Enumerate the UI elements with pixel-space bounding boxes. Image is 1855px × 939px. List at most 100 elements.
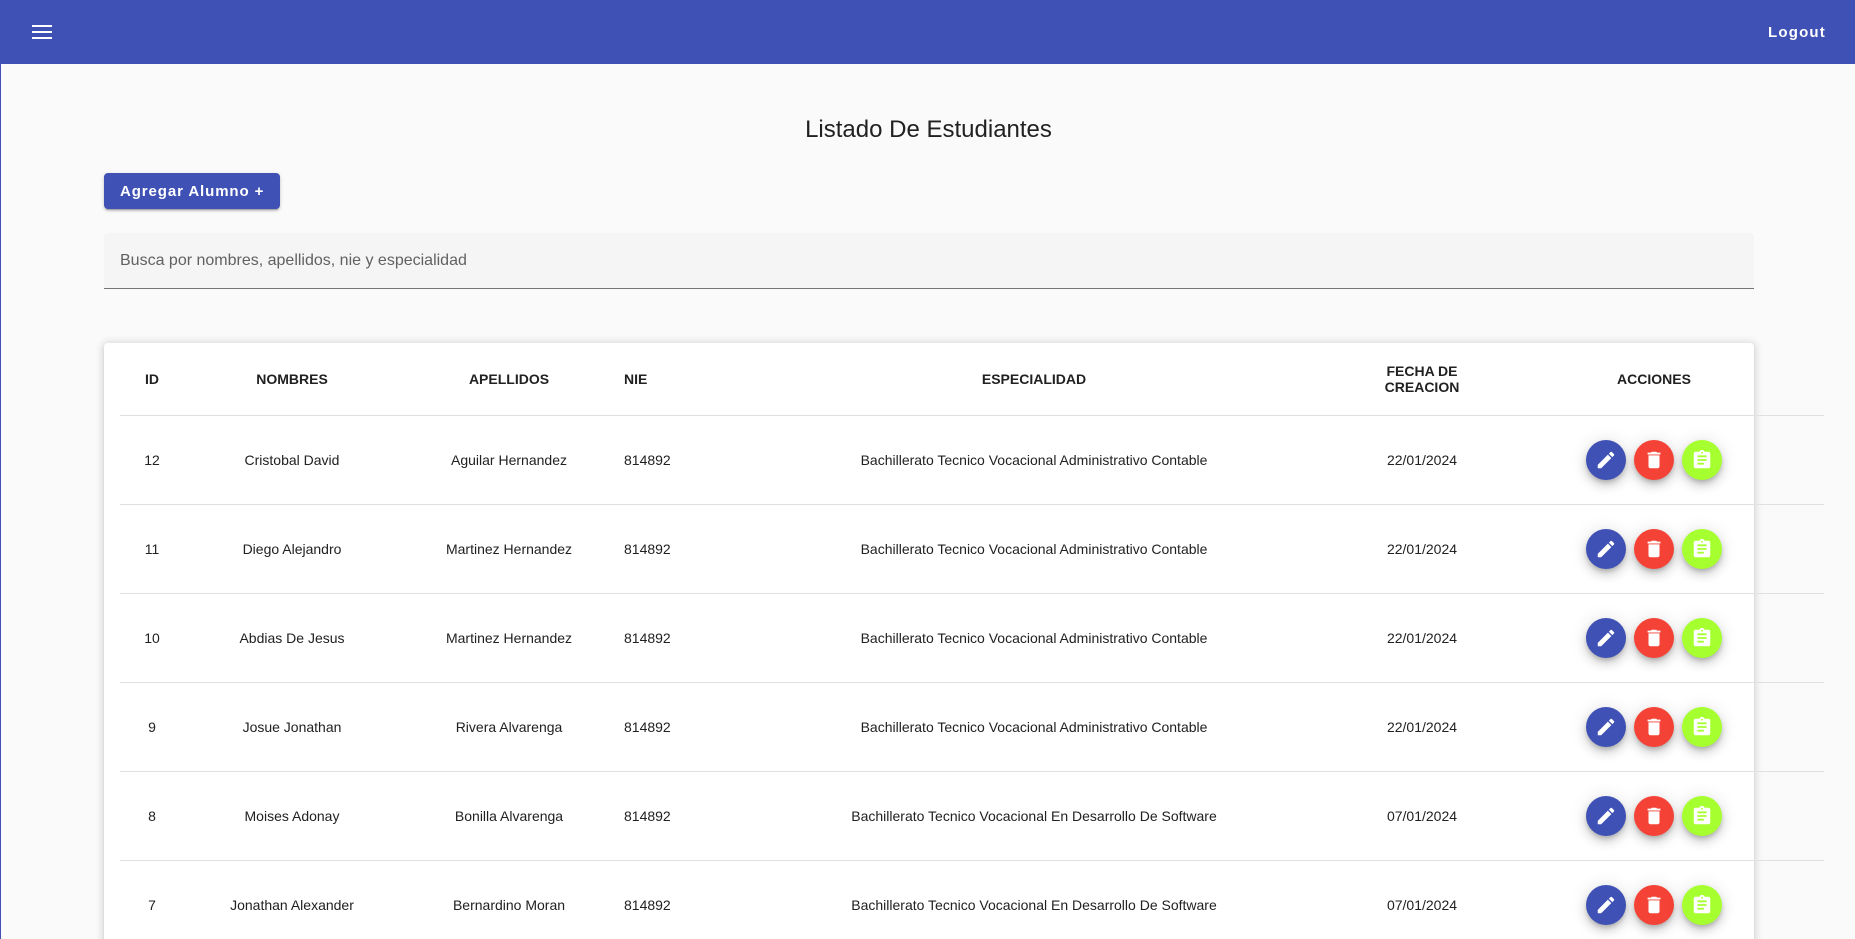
cell-apellidos: Bonilla Alvarenga [400, 771, 618, 861]
edit-button[interactable] [1586, 795, 1626, 836]
table-body: 12 Cristobal David Aguilar Hernandez 814… [120, 415, 1824, 939]
edit-button[interactable] [1586, 617, 1626, 658]
cell-especialidad: Bachillerato Tecnico Vocacional En Desar… [708, 771, 1360, 861]
delete-icon [1647, 540, 1661, 557]
header-apellidos[interactable]: APELLIDOS [400, 343, 618, 416]
delete-button[interactable] [1634, 706, 1674, 747]
cell-especialidad: Bachillerato Tecnico Vocacional Administ… [708, 682, 1360, 772]
delete-icon [1647, 807, 1661, 824]
header-acciones: ACCIONES [1484, 343, 1824, 416]
cell-nie: 814892 [618, 593, 708, 683]
edit-icon [1597, 540, 1615, 557]
cell-fecha: 22/01/2024 [1360, 593, 1484, 683]
cell-nie: 814892 [618, 771, 708, 861]
header-id[interactable]: ID [120, 343, 184, 416]
delete-button[interactable] [1634, 439, 1674, 480]
row-actions [1485, 884, 1823, 925]
cell-acciones [1484, 415, 1824, 505]
cell-id: 7 [120, 860, 184, 939]
cell-acciones [1484, 593, 1824, 683]
cell-id: 11 [120, 504, 184, 594]
cell-apellidos: Rivera Alvarenga [400, 682, 618, 772]
cell-especialidad: Bachillerato Tecnico Vocacional Administ… [708, 593, 1360, 683]
cell-apellidos: Bernardino Moran [400, 860, 618, 939]
table-row: 7 Jonathan Alexander Bernardino Moran 81… [120, 860, 1824, 939]
delete-icon [1647, 629, 1661, 646]
add-student-button[interactable]: Agregar Alumno + [104, 173, 281, 209]
delete-button[interactable] [1634, 884, 1674, 925]
top-toolbar: Logout [1, 0, 1855, 64]
cell-id: 8 [120, 771, 184, 861]
table-row: 11 Diego Alejandro Martinez Hernandez 81… [120, 504, 1824, 594]
table-row: 12 Cristobal David Aguilar Hernandez 814… [120, 415, 1824, 505]
edit-button[interactable] [1586, 439, 1626, 480]
menu-icon[interactable] [27, 17, 57, 47]
delete-icon [1647, 896, 1661, 913]
cell-apellidos: Martinez Hernandez [400, 504, 618, 594]
report-button[interactable] [1682, 439, 1722, 480]
delete-button[interactable] [1634, 528, 1674, 569]
header-nie[interactable]: NIE [618, 343, 708, 416]
cell-acciones [1484, 771, 1824, 861]
edit-button[interactable] [1586, 706, 1626, 747]
cell-especialidad: Bachillerato Tecnico Vocacional Administ… [708, 415, 1360, 505]
report-button[interactable] [1682, 706, 1722, 747]
cell-id: 12 [120, 415, 184, 505]
cell-fecha: 22/01/2024 [1360, 682, 1484, 772]
header-especialidad[interactable]: ESPECIALIDAD [708, 343, 1360, 416]
cell-especialidad: Bachillerato Tecnico Vocacional En Desar… [708, 860, 1360, 939]
cell-fecha: 22/01/2024 [1360, 415, 1484, 505]
report-button[interactable] [1682, 884, 1722, 925]
cell-nie: 814892 [618, 860, 708, 939]
table-row: 8 Moises Adonay Bonilla Alvarenga 814892… [120, 771, 1824, 861]
cell-fecha: 07/01/2024 [1360, 771, 1484, 861]
cell-nombres: Diego Alejandro [184, 504, 400, 594]
edit-button[interactable] [1586, 884, 1626, 925]
report-icon [1693, 627, 1711, 646]
edit-button[interactable] [1586, 528, 1626, 569]
table-row: 9 Josue Jonathan Rivera Alvarenga 814892… [120, 682, 1824, 772]
report-icon [1693, 538, 1711, 557]
cell-acciones [1484, 860, 1824, 939]
delete-icon [1647, 451, 1661, 468]
students-table-card: ID NOMBRES APELLIDOS NIE ESPECIALIDAD FE… [104, 343, 1824, 939]
search-field [104, 233, 1754, 289]
edit-icon [1597, 451, 1615, 468]
header-fecha[interactable]: FECHA DE CREACION [1360, 343, 1484, 416]
cell-especialidad: Bachillerato Tecnico Vocacional Administ… [708, 504, 1360, 594]
page: Logout Listado De Estudiantes Agregar Al… [0, 0, 1855, 939]
cell-fecha: 07/01/2024 [1360, 860, 1484, 939]
report-button[interactable] [1682, 617, 1722, 658]
logout-button[interactable]: Logout [1756, 16, 1838, 49]
row-actions [1485, 528, 1823, 569]
cell-acciones [1484, 504, 1824, 594]
page-title: Listado De Estudiantes [805, 116, 1052, 143]
report-icon [1693, 449, 1711, 468]
delete-icon [1647, 718, 1661, 735]
edit-icon [1597, 718, 1615, 735]
report-icon [1693, 716, 1711, 735]
cell-id: 10 [120, 593, 184, 683]
search-input[interactable] [104, 233, 1754, 288]
report-button[interactable] [1682, 795, 1722, 836]
cell-nombres: Moises Adonay [184, 771, 400, 861]
row-actions [1485, 795, 1823, 836]
edit-icon [1597, 629, 1615, 646]
cell-nombres: Josue Jonathan [184, 682, 400, 772]
cell-acciones [1484, 682, 1824, 772]
report-icon [1693, 805, 1711, 824]
edit-icon [1597, 896, 1615, 913]
row-actions [1485, 617, 1823, 658]
cell-nombres: Jonathan Alexander [184, 860, 400, 939]
edit-icon [1597, 807, 1615, 824]
table-row: 10 Abdias De Jesus Martinez Hernandez 81… [120, 593, 1824, 683]
cell-nombres: Cristobal David [184, 415, 400, 505]
delete-button[interactable] [1634, 617, 1674, 658]
header-nombres[interactable]: NOMBRES [184, 343, 400, 416]
delete-button[interactable] [1634, 795, 1674, 836]
row-actions [1485, 439, 1823, 480]
row-actions [1485, 706, 1823, 747]
cell-nie: 814892 [618, 415, 708, 505]
cell-apellidos: Aguilar Hernandez [400, 415, 618, 505]
report-button[interactable] [1682, 528, 1722, 569]
